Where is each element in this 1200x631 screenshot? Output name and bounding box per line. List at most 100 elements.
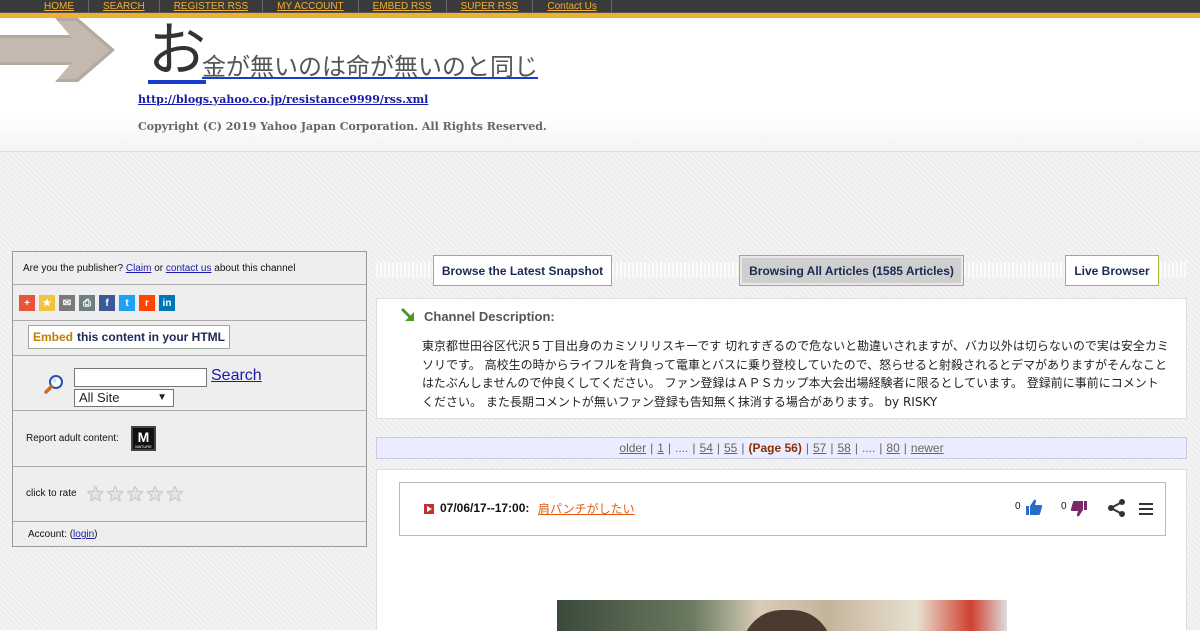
embed-button[interactable]: Embed this content in your HTML: [28, 325, 231, 349]
top-nav-items: HOME SEARCH REGISTER RSS MY ACCOUNT EMBED RS…: [30, 0, 612, 13]
adult-report-row: Report adult content: M MATURE: [13, 411, 366, 467]
arrow-right-icon: [0, 18, 115, 82]
upvote-count: 0: [1015, 501, 1021, 512]
top-nav: HOME SEARCH REGISTER RSS MY ACCOUNT EMBED RS…: [0, 0, 1200, 13]
downvote-count: 0: [1061, 501, 1067, 512]
site-select[interactable]: All Site ▼: [74, 389, 174, 407]
arrow-down-right-icon: [400, 307, 414, 321]
pager-page-1[interactable]: 1: [657, 441, 664, 455]
search-button[interactable]: Search: [211, 367, 262, 385]
nav-item-super-rss[interactable]: SUPER RSS: [447, 0, 534, 13]
rate-label: click to rate: [26, 488, 77, 499]
share-icon[interactable]: [1107, 498, 1127, 518]
embed-label-rest: this content in your HTML: [77, 330, 226, 344]
rating-stars: ★ ★ ★ ★ ★: [86, 483, 184, 505]
channel-title-text[interactable]: 金が無いのは命が無いのと同じ: [202, 47, 538, 82]
pager-dots: ....: [675, 441, 689, 455]
pager-newer[interactable]: newer: [911, 441, 944, 455]
nav-item-contact-us[interactable]: Contact Us: [533, 0, 612, 13]
rating-star-icon[interactable]: ★: [126, 483, 145, 505]
rating-star-icon[interactable]: ★: [165, 483, 184, 505]
favorite-star-icon[interactable]: ★: [39, 295, 55, 311]
contact-us-link[interactable]: contact us: [166, 263, 212, 274]
pager-sep: |: [692, 441, 696, 455]
print-icon[interactable]: ⎙: [79, 295, 95, 311]
pager-page-80[interactable]: 80: [886, 441, 899, 455]
login-link[interactable]: login: [73, 529, 94, 540]
sidebar: Are you the publisher? Claim or contact …: [12, 251, 367, 547]
thumbs-up-icon[interactable]: [1025, 498, 1043, 516]
reddit-icon[interactable]: r: [139, 295, 155, 311]
rating-row: click to rate ★ ★ ★ ★ ★: [13, 467, 366, 522]
pager-sep: |: [716, 441, 720, 455]
pager-page-55[interactable]: 55: [724, 441, 737, 455]
tab-latest-snapshot[interactable]: Browse the Latest Snapshot: [433, 255, 612, 286]
publisher-row: Are you the publisher? Claim or contact …: [13, 252, 366, 285]
account-text: Account: (login): [28, 529, 98, 540]
publisher-prefix: Are you the publisher?: [23, 263, 124, 274]
mature-letter: M: [137, 429, 150, 445]
channel-title-link[interactable]: お金が無いのは命が無いのと同じ: [148, 20, 538, 84]
pager-sep: |: [903, 441, 907, 455]
rss-url-link[interactable]: http://blogs.yahoo.co.jp/resistance9999/…: [138, 93, 428, 106]
embed-row: Embed this content in your HTML: [13, 321, 366, 356]
rating-star-icon[interactable]: ★: [106, 483, 125, 505]
share-icons: + ★ ✉ ⎙ f t r in: [19, 295, 175, 311]
pager-sep: |: [805, 441, 809, 455]
pager-sep: |: [879, 441, 883, 455]
pager-current-page: (Page 56): [748, 441, 802, 455]
twitter-icon[interactable]: t: [119, 295, 135, 311]
linkedin-icon[interactable]: in: [159, 295, 175, 311]
mature-rating-icon[interactable]: M MATURE: [131, 426, 156, 451]
search-row: Search All Site ▼: [13, 356, 366, 411]
publisher-or: or: [154, 263, 164, 274]
pager-dots: ....: [861, 441, 876, 455]
pager-page-58[interactable]: 58: [837, 441, 850, 455]
publisher-suffix: about this channel: [214, 263, 296, 274]
account-prefix: Account: (: [28, 529, 74, 540]
pager-sep: |: [650, 441, 654, 455]
magnifier-icon: [44, 375, 63, 394]
add-share-icon[interactable]: +: [19, 295, 35, 311]
article-card: 07/06/17--17:00: 肩パンチがしたい 0 0: [376, 469, 1187, 631]
account-suffix: ): [94, 529, 98, 540]
nav-item-search[interactable]: SEARCH: [89, 0, 160, 13]
article-image: [557, 600, 1007, 631]
caret-down-icon: ▼: [157, 392, 167, 403]
article-bullet-icon: [424, 504, 434, 514]
nav-item-my-account[interactable]: MY ACCOUNT: [263, 0, 359, 13]
email-icon[interactable]: ✉: [59, 295, 75, 311]
claim-link[interactable]: Claim: [126, 263, 152, 274]
nav-item-register-rss[interactable]: REGISTER RSS: [160, 0, 264, 13]
nav-item-embed-rss[interactable]: EMBED RSS: [359, 0, 447, 13]
embed-label-word: Embed: [33, 330, 74, 344]
copyright-text: Copyright (C) 2019 Yahoo Japan Corporati…: [138, 120, 547, 133]
channel-description: Channel Description: 東京都世田谷区代沢５丁目出身のカミソリ…: [376, 298, 1187, 419]
tab-all-articles[interactable]: Browsing All Articles (1585 Articles): [739, 255, 964, 286]
mature-text: MATURE: [135, 444, 152, 449]
article-header: 07/06/17--17:00: 肩パンチがしたい 0 0: [399, 482, 1166, 536]
hamburger-menu-icon[interactable]: [1139, 502, 1153, 516]
rating-star-icon[interactable]: ★: [86, 483, 105, 505]
article-title-link[interactable]: 肩パンチがしたい: [538, 500, 635, 517]
channel-header: お金が無いのは命が無いのと同じ http://blogs.yahoo.co.jp…: [0, 18, 1200, 151]
channel-title-initial[interactable]: お: [148, 20, 207, 84]
pager-page-54[interactable]: 54: [700, 441, 713, 455]
nav-item-home[interactable]: HOME: [30, 0, 89, 13]
facebook-icon[interactable]: f: [99, 295, 115, 311]
pager-page-57[interactable]: 57: [813, 441, 826, 455]
rating-star-icon[interactable]: ★: [145, 483, 164, 505]
publisher-text: Are you the publisher? Claim or contact …: [23, 263, 295, 274]
article-date: 07/06/17--17:00:: [440, 501, 530, 515]
article-image-figure: [742, 610, 832, 631]
pager-sep: |: [830, 441, 834, 455]
thumbs-down-icon[interactable]: [1070, 500, 1088, 518]
share-row: + ★ ✉ ⎙ f t r in: [13, 285, 366, 321]
pagination: older | 1 | .... | 54 | 55 | (Page 56) | 57 | 5…: [376, 437, 1187, 459]
tab-live-browser[interactable]: Live Browser: [1065, 255, 1159, 286]
channel-description-title: Channel Description:: [424, 309, 555, 324]
search-input[interactable]: [74, 368, 207, 387]
pager-older[interactable]: older: [619, 441, 646, 455]
pager-sep: |: [854, 441, 858, 455]
channel-description-text: 東京都世田谷区代沢５丁目出身のカミソリリスキーです 切れすぎるので危ないと勘違い…: [422, 339, 1169, 409]
